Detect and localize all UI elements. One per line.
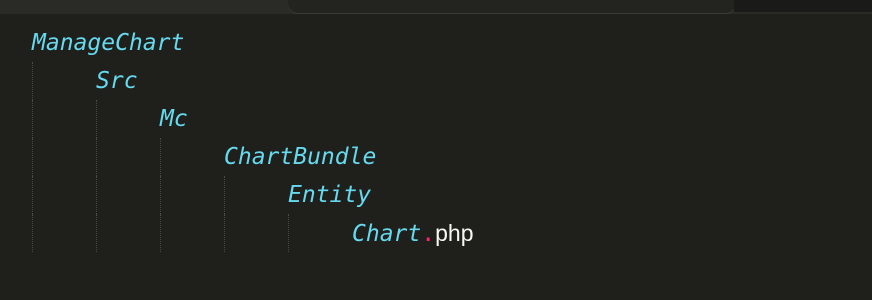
code-line-4: ChartBundle	[0, 138, 872, 176]
namespace-segment: Mc	[160, 106, 188, 132]
namespace-segment: Src	[96, 68, 138, 94]
editor-tab[interactable]	[288, 0, 736, 14]
code-area[interactable]: ManageChart Src Mc ChartBundle Entity Ch…	[0, 24, 872, 252]
namespace-segment: ManageChart	[32, 30, 185, 56]
indent-guide	[96, 138, 98, 176]
namespace-segment: Entity	[288, 182, 372, 208]
code-line-3: Mc	[0, 100, 872, 138]
code-line-5: Entity	[0, 176, 872, 214]
file-extension: php	[435, 220, 474, 246]
indent-guide	[32, 176, 34, 214]
indent-guide	[96, 214, 98, 252]
indent-guide	[32, 62, 34, 100]
indent-guide	[96, 100, 98, 138]
code-line-6: Chart.php	[0, 214, 872, 252]
indent-guide	[32, 100, 34, 138]
indent-guide	[224, 176, 226, 214]
tab-bar-edge	[734, 0, 872, 12]
code-editor[interactable]: ManageChart Src Mc ChartBundle Entity Ch…	[0, 0, 872, 300]
indent-guide	[32, 138, 34, 176]
indent-guide	[32, 214, 34, 252]
file-extension-separator: .	[421, 221, 436, 247]
indent-guide	[160, 176, 162, 214]
code-line-2: Src	[0, 62, 872, 100]
code-line-1: ManageChart	[0, 24, 872, 62]
indent-guide	[96, 176, 98, 214]
indent-guide	[288, 214, 290, 252]
indent-guide	[160, 214, 162, 252]
file-name: Chart.php	[352, 214, 473, 253]
indent-guide	[224, 214, 226, 252]
namespace-segment: ChartBundle	[224, 144, 377, 170]
indent-guide	[160, 138, 162, 176]
file-basename: Chart	[352, 221, 422, 247]
